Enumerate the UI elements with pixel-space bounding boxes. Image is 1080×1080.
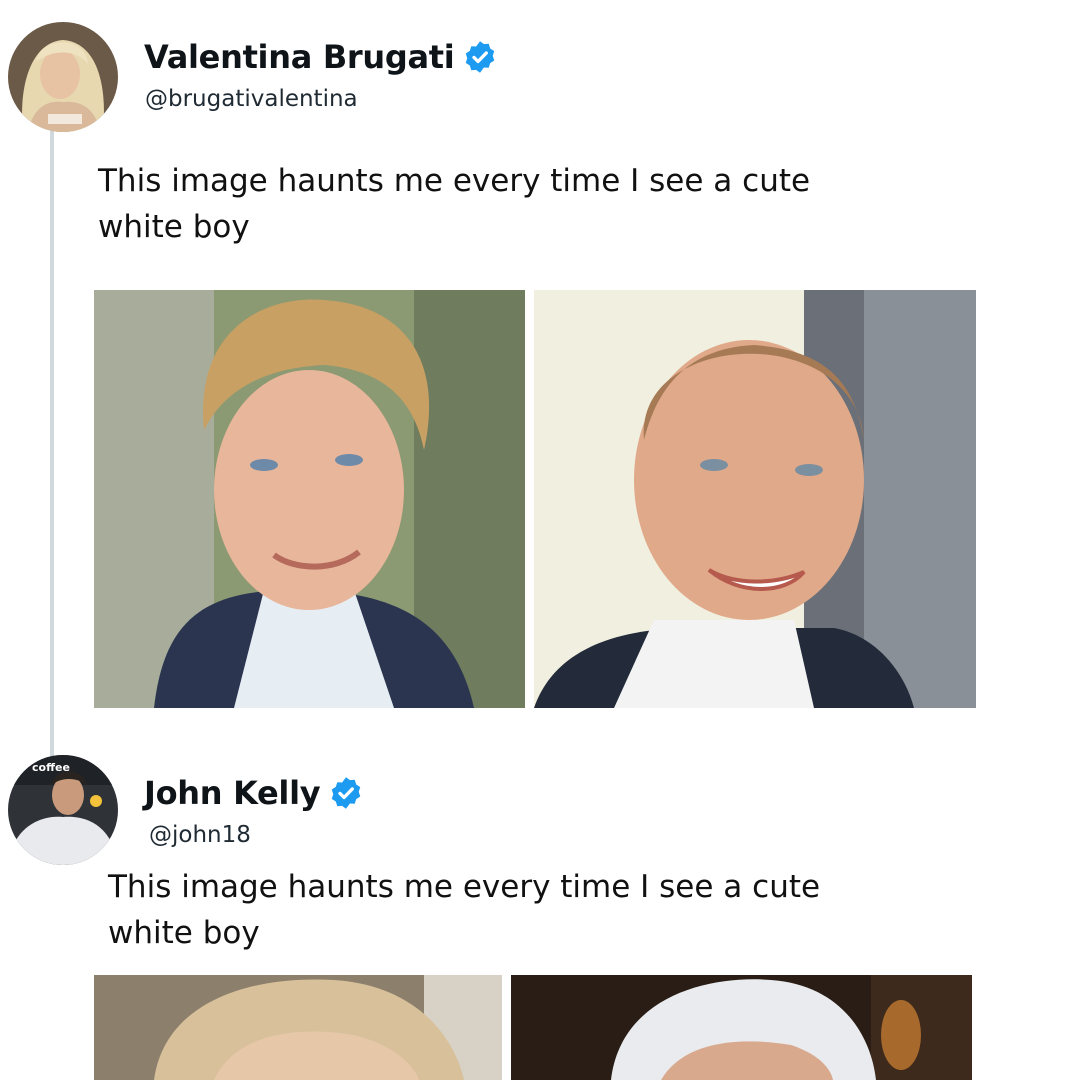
tweet-text: This image haunts me every time I see a … bbox=[98, 163, 811, 245]
tweet-media[interactable] bbox=[94, 975, 972, 1080]
display-name[interactable]: John Kelly bbox=[144, 774, 364, 812]
user-handle[interactable]: @john18 bbox=[149, 822, 251, 848]
avatar-photo bbox=[8, 22, 118, 132]
display-name[interactable]: Valentina Brugati bbox=[144, 38, 498, 76]
thread-connector-line bbox=[50, 130, 54, 760]
avatar-john[interactable]: coffee bbox=[8, 755, 118, 865]
blonde-hair-photo[interactable] bbox=[94, 975, 502, 1080]
display-name-text[interactable]: Valentina Brugati bbox=[144, 38, 455, 76]
display-name-text[interactable]: John Kelly bbox=[144, 774, 321, 812]
avatar-caption: coffee bbox=[32, 761, 70, 774]
white-hair-photo[interactable] bbox=[511, 975, 972, 1080]
tweet-text: This image haunts me every time I see a … bbox=[108, 869, 821, 951]
tweet-media[interactable] bbox=[94, 290, 976, 708]
avatar-valentina[interactable] bbox=[8, 22, 118, 132]
verified-badge-icon bbox=[466, 41, 495, 73]
user-handle[interactable]: @brugativalentina bbox=[145, 86, 358, 112]
older-bald-man-photo[interactable] bbox=[534, 290, 976, 708]
young-man-photo[interactable] bbox=[94, 290, 525, 708]
verified-badge-icon bbox=[332, 777, 361, 809]
avatar-photo: coffee bbox=[8, 755, 118, 865]
